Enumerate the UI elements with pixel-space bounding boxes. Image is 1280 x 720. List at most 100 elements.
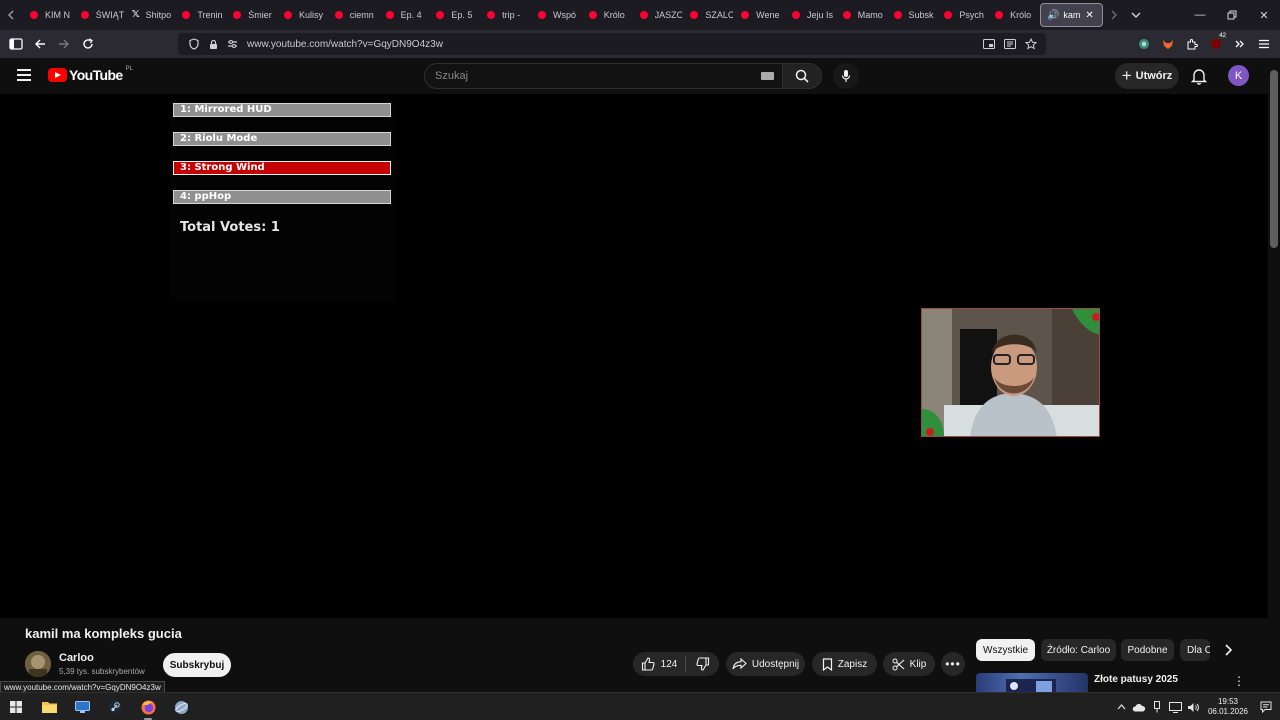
tab[interactable]: Królo <box>581 0 632 30</box>
this-pc-button[interactable] <box>71 697 93 717</box>
osu-app-button[interactable] <box>170 697 192 717</box>
keyboard-icon[interactable] <box>761 72 774 80</box>
vpn-extension-button[interactable] <box>1132 32 1156 56</box>
tab[interactable]: ciemn <box>327 0 378 30</box>
list-all-tabs-button[interactable] <box>1125 0 1147 30</box>
dislike-button[interactable] <box>686 652 719 676</box>
subscribe-button[interactable]: Subskrybuj <box>163 653 231 677</box>
start-button[interactable] <box>5 697 27 717</box>
thumbs-up-icon <box>641 657 655 671</box>
youtube-icon <box>436 11 445 19</box>
page-scrollbar[interactable] <box>1268 58 1280 692</box>
tab[interactable]: Śmier <box>225 0 276 30</box>
chip-related[interactable]: Podobne <box>1121 639 1174 661</box>
tab[interactable]: SZALC <box>682 0 733 30</box>
app-menu-button[interactable] <box>1252 32 1276 56</box>
firefox-button[interactable] <box>137 697 159 720</box>
notification-center-button[interactable] <box>1252 693 1280 720</box>
more-actions-button[interactable]: ••• <box>941 652 965 676</box>
tab[interactable]: Jeju Is <box>784 0 835 30</box>
recommendation-menu-button[interactable]: ⋮ <box>1233 673 1245 689</box>
voice-search-button[interactable] <box>833 63 859 89</box>
overflow-menu-button[interactable] <box>1228 32 1252 56</box>
tab[interactable]: ŚWIĄT <box>73 0 124 30</box>
bookmark-star-icon[interactable] <box>1023 36 1039 52</box>
minimize-button[interactable]: — <box>1184 0 1216 30</box>
volume-tray-icon[interactable] <box>1185 699 1201 715</box>
fox-extension-button[interactable] <box>1156 32 1180 56</box>
poll-option: 1: Mirrored HUD <box>173 103 391 117</box>
poll-option: 2: Riolu Mode <box>173 132 391 146</box>
restore-button[interactable] <box>1216 0 1248 30</box>
sidebar-toggle-button[interactable] <box>4 32 28 56</box>
channel-name[interactable]: Carloo <box>59 652 94 664</box>
webcam-overlay <box>921 308 1100 437</box>
chips-next-button[interactable] <box>1218 640 1238 660</box>
tab[interactable]: Mamo <box>835 0 886 30</box>
tab[interactable]: trip - <box>479 0 530 30</box>
tab-scroll-right-button[interactable] <box>1103 0 1125 30</box>
usb-tray-icon[interactable] <box>1149 699 1165 715</box>
tab[interactable]: 𝕏 Shitpo <box>124 0 175 30</box>
create-button[interactable]: + Utwórz <box>1115 63 1179 89</box>
back-button[interactable] <box>28 32 52 56</box>
subscriber-count: 5,39 tys. subskrybentów <box>59 667 145 676</box>
chip-for-you[interactable]: Dla C <box>1180 639 1210 661</box>
channel-avatar[interactable] <box>25 651 51 677</box>
lock-icon[interactable] <box>205 36 221 52</box>
recommendation-title[interactable]: Złote patusy 2025 <box>1094 674 1178 685</box>
tab[interactable]: JASZC <box>632 0 682 30</box>
tab[interactable]: Trenin <box>174 0 225 30</box>
tab[interactable]: Królo <box>987 0 1038 30</box>
tab-close-icon[interactable]: ✕ <box>1085 10 1093 21</box>
like-button[interactable]: 124 <box>633 652 685 676</box>
notifications-button[interactable] <box>1189 66 1209 86</box>
tab[interactable]: KIM N <box>22 0 73 30</box>
tab[interactable]: Wene <box>733 0 784 30</box>
search-input[interactable]: Szukaj <box>424 63 782 89</box>
steam-button[interactable] <box>104 697 126 717</box>
permissions-icon[interactable] <box>224 36 240 52</box>
speaker-icon[interactable]: 🔊 <box>1047 10 1059 21</box>
clip-button[interactable]: Klip <box>883 652 935 676</box>
like-count: 124 <box>660 658 678 670</box>
extensions-button[interactable] <box>1180 32 1204 56</box>
file-explorer-button[interactable] <box>38 697 60 717</box>
tab-scroll-left-button[interactable] <box>0 0 22 30</box>
url-bar[interactable]: www.youtube.com/watch?v=GqyDN9O4z3w <box>178 33 1046 55</box>
tab-active[interactable]: 🔊 kam ✕ <box>1039 3 1103 27</box>
tab[interactable]: Psych <box>936 0 987 30</box>
system-tray: 19:53 06.01.2026 <box>1112 693 1280 720</box>
reader-view-icon[interactable] <box>1002 36 1018 52</box>
reload-icon <box>83 38 93 49</box>
recommendation-thumbnail[interactable] <box>976 673 1088 692</box>
tab[interactable]: Ep. 5 <box>428 0 479 30</box>
clip-label: Klip <box>909 658 927 670</box>
taskbar-clock[interactable]: 19:53 06.01.2026 <box>1204 697 1252 717</box>
ublock-extension-button[interactable]: 42 <box>1204 32 1228 56</box>
reload-button[interactable] <box>76 32 100 56</box>
video-player[interactable]: 1: Mirrored HUD 2: Riolu Mode 3: Strong … <box>0 94 1268 618</box>
tab[interactable]: Wspó <box>530 0 581 30</box>
tab[interactable]: Kulisy <box>276 0 327 30</box>
chip-all[interactable]: Wszystkie <box>976 639 1035 661</box>
network-tray-icon[interactable] <box>1167 699 1183 715</box>
chip-source[interactable]: Źródło: Carloo <box>1041 639 1116 661</box>
forward-button[interactable] <box>52 32 76 56</box>
tab-title: Jeju Is <box>806 10 833 20</box>
tab[interactable]: Ep. 4 <box>378 0 429 30</box>
show-hidden-icons-button[interactable] <box>1113 699 1129 715</box>
tracking-protection-icon[interactable] <box>186 36 202 52</box>
picture-in-picture-icon[interactable] <box>981 36 997 52</box>
double-chevron-icon <box>1235 40 1244 48</box>
onedrive-tray-icon[interactable] <box>1131 699 1147 715</box>
tab[interactable]: Subsk <box>886 0 937 30</box>
guide-menu-button[interactable] <box>14 66 34 86</box>
save-button[interactable]: Zapisz <box>812 652 877 676</box>
search-button[interactable] <box>782 63 822 89</box>
close-window-button[interactable]: ✕ <box>1248 0 1280 30</box>
youtube-logo[interactable]: YouTube PL <box>48 66 133 83</box>
account-avatar[interactable]: K <box>1228 65 1249 86</box>
scrollbar-thumb[interactable] <box>1270 70 1278 248</box>
share-button[interactable]: Udostępnij <box>726 652 805 676</box>
